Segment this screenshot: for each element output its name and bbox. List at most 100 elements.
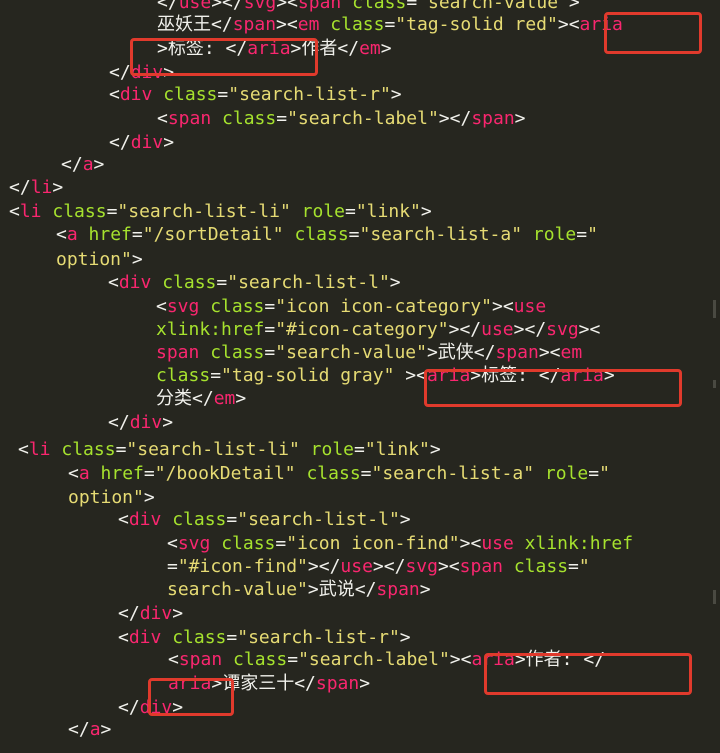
code-token: = bbox=[217, 84, 229, 105]
code-token: = bbox=[167, 556, 178, 577]
code-token: "#icon-category" bbox=[275, 319, 449, 340]
code-token: "link" bbox=[364, 439, 430, 460]
code-line: </div> bbox=[109, 131, 174, 154]
code-token: < bbox=[18, 439, 29, 460]
code-token: "tag-solid gray" bbox=[221, 365, 395, 386]
code-token: >< bbox=[538, 342, 561, 363]
code-line: <a href="/sortDetail" class="search-list… bbox=[56, 223, 598, 246]
code-token: < bbox=[118, 509, 129, 530]
code-token: "search-list-l" bbox=[237, 509, 400, 530]
code-token: > bbox=[162, 412, 174, 433]
code-token: > bbox=[568, 0, 580, 13]
code-token: > bbox=[380, 38, 392, 59]
code-line: <svg class="icon icon-find"><use xlink:h… bbox=[167, 532, 633, 555]
code-line: </div> bbox=[108, 411, 173, 434]
code-token: role bbox=[532, 224, 577, 245]
code-token: a bbox=[78, 463, 90, 484]
code-token: "search-list-r" bbox=[228, 84, 391, 105]
code-token: span bbox=[471, 108, 515, 129]
code-token: = bbox=[406, 0, 418, 13]
code-token: class bbox=[163, 84, 218, 105]
code-token: = bbox=[226, 509, 238, 530]
code-token: < bbox=[157, 108, 168, 129]
code-token: span bbox=[495, 342, 539, 363]
code-token: "#icon-find" bbox=[177, 556, 308, 577]
code-token: search-value" bbox=[167, 579, 308, 600]
code-token: >< bbox=[394, 365, 427, 386]
code-token: "icon icon-find" bbox=[286, 533, 460, 554]
highlight-box bbox=[424, 369, 682, 407]
code-token: href bbox=[88, 224, 132, 245]
code-token: class bbox=[52, 201, 107, 222]
code-token: ></ bbox=[438, 108, 472, 129]
code-line: </li> bbox=[9, 176, 63, 199]
code-line: <span class="search-label"></span> bbox=[157, 107, 526, 130]
code-token: = bbox=[275, 533, 287, 554]
code-token: class bbox=[210, 342, 265, 363]
code-token: class bbox=[162, 272, 217, 293]
code-token: >< bbox=[459, 533, 482, 554]
code-token: = bbox=[354, 439, 365, 460]
code-token: em bbox=[297, 14, 320, 35]
code-token: use bbox=[178, 0, 212, 13]
code-token: > bbox=[359, 673, 371, 694]
code-token: </ bbox=[108, 412, 130, 433]
code-token: class bbox=[352, 0, 407, 13]
code-token: div bbox=[128, 627, 162, 648]
code-token: </ bbox=[109, 132, 131, 153]
code-token: a bbox=[66, 224, 78, 245]
code-token: class bbox=[330, 14, 385, 35]
code-token: span bbox=[376, 579, 420, 600]
code-token: svg bbox=[405, 556, 438, 577]
code-token: >< bbox=[276, 14, 298, 35]
code-token: = bbox=[115, 439, 127, 460]
highlight-box bbox=[130, 38, 318, 76]
code-line: span class="search-value">武侠</span><em bbox=[156, 341, 582, 364]
code-line: option"> bbox=[68, 486, 155, 509]
code-token: < bbox=[167, 533, 178, 554]
code-token: "/bookDetail" bbox=[154, 463, 296, 484]
code-token: "search-list-li" bbox=[117, 201, 291, 222]
code-token: "search-list-li" bbox=[126, 439, 300, 460]
code-token: ></ bbox=[211, 0, 244, 13]
code-token: svg bbox=[546, 319, 579, 340]
highlight-box bbox=[604, 12, 702, 54]
code-token: </ bbox=[157, 0, 179, 13]
code-token: = bbox=[345, 201, 356, 222]
code-token: div bbox=[139, 603, 173, 624]
code-token: < bbox=[109, 84, 120, 105]
code-token: = bbox=[210, 365, 222, 386]
code-token: > bbox=[143, 487, 155, 508]
code-token: > bbox=[163, 132, 175, 153]
code-token: " bbox=[578, 556, 590, 577]
code-token: "icon icon-category" bbox=[275, 296, 492, 317]
code-token: > bbox=[100, 719, 112, 740]
code-token: em bbox=[213, 388, 236, 409]
code-token: = bbox=[360, 463, 372, 484]
code-token: "link" bbox=[355, 201, 421, 222]
code-token: " bbox=[587, 224, 598, 245]
code-token: class bbox=[306, 463, 361, 484]
code-token: > bbox=[420, 201, 432, 222]
code-token: < bbox=[9, 201, 20, 222]
code-token: >< bbox=[276, 0, 298, 13]
code-token: = bbox=[264, 296, 276, 317]
code-token: div bbox=[130, 132, 164, 153]
code-token: li bbox=[30, 177, 53, 198]
code-token: "search-list-l" bbox=[227, 272, 390, 293]
code-token: class bbox=[221, 533, 276, 554]
code-token: < bbox=[56, 224, 67, 245]
code-editor[interactable]: </use></svg><span class="search-value"> 巫… bbox=[0, 0, 720, 753]
code-token: </ bbox=[118, 603, 140, 624]
code-token: > bbox=[429, 439, 441, 460]
code-token: " bbox=[599, 463, 610, 484]
